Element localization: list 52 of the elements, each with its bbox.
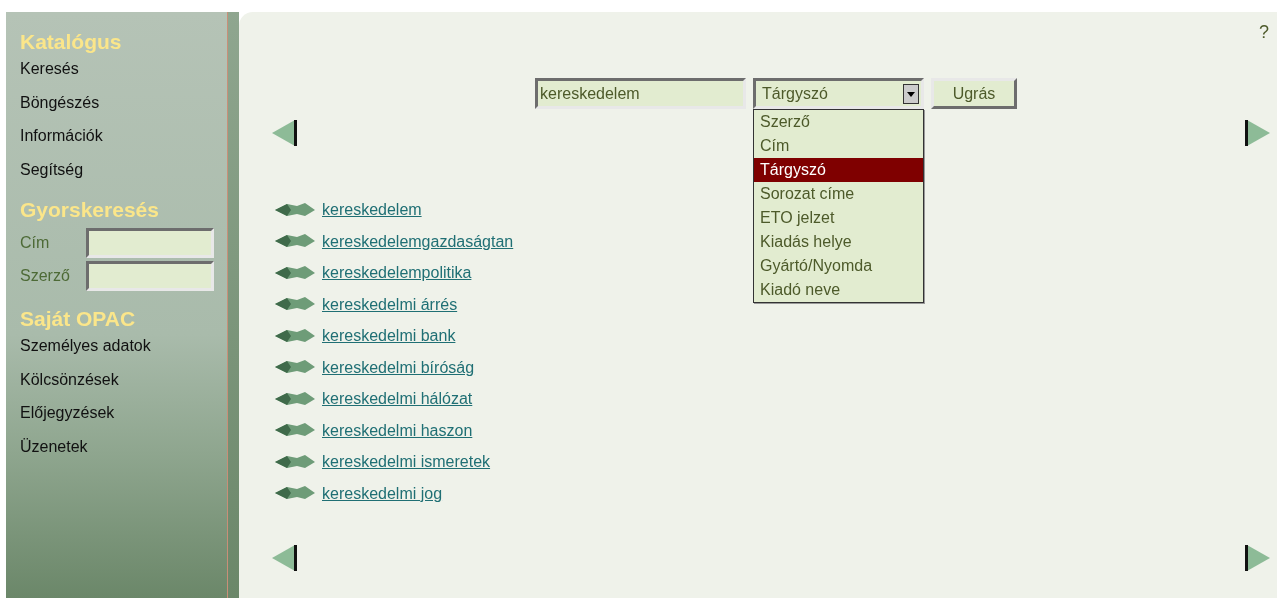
arrow-bullet-icon — [275, 328, 315, 343]
arrow-bullet-icon — [275, 391, 315, 406]
sidebar-link[interactable]: Személyes adatok — [20, 337, 227, 371]
result-link[interactable]: kereskedelmi haszon — [322, 419, 473, 441]
field-label: Cím — [20, 234, 51, 252]
dropdown-option[interactable]: ETO jelzet — [754, 206, 923, 230]
input-field[interactable] — [86, 261, 214, 291]
result-link[interactable]: kereskedelmi bíróság — [322, 356, 475, 378]
sidebar-link[interactable]: Keresés — [20, 60, 227, 94]
result-link[interactable]: kereskedelempolitika — [322, 262, 472, 283]
dropdown-option[interactable]: Tárgyszó — [754, 158, 923, 182]
result-link[interactable]: kereskedelmi ismeretek — [322, 451, 491, 472]
arrow-bullet-icon — [275, 265, 315, 280]
next-arrow-icon[interactable] — [1243, 119, 1271, 147]
arrow-bullet-icon — [275, 360, 315, 374]
result-link[interactable]: kereskedelem — [322, 199, 422, 220]
dropdown-option[interactable]: Kiadás helye — [754, 230, 923, 254]
dropdown-option[interactable]: Cím — [754, 134, 923, 158]
sidebar-link[interactable]: Előjegyzések — [20, 404, 227, 438]
dropdown-option[interactable]: Kiadó neve — [754, 278, 923, 302]
dropdown-option[interactable]: Sorozat címe — [754, 182, 923, 206]
result-link[interactable]: kereskedelmi hálózat — [322, 388, 473, 409]
result-link[interactable]: kereskedelmi árrés — [322, 293, 458, 315]
go-button[interactable]: Ugrás — [931, 78, 1017, 109]
caret-icon — [903, 83, 919, 104]
previous-arrow-icon[interactable] — [271, 543, 299, 572]
result-link[interactable]: kereskedelmi bank — [322, 325, 456, 346]
arrow-bullet-icon — [275, 234, 315, 248]
arrow-bullet-icon — [275, 454, 315, 469]
section-heading: Katalógus — [20, 30, 123, 54]
arrow-bullet-icon — [275, 486, 315, 500]
dropdown-option[interactable]: Szerző — [754, 110, 923, 134]
section-heading: Saját OPAC — [20, 307, 137, 331]
help-link[interactable]: ? — [1259, 22, 1269, 43]
next-arrow-icon[interactable] — [1243, 543, 1271, 572]
field-dropdown[interactable]: Tárgyszó — [753, 78, 924, 109]
sidebar-link[interactable]: Információk — [20, 127, 227, 161]
arrow-bullet-icon — [275, 423, 315, 437]
sidebar-link[interactable]: Üzenetek — [20, 437, 227, 471]
arrow-bullet-icon — [275, 202, 315, 217]
field-label: Szerző — [20, 267, 71, 285]
result-link[interactable]: kereskedelemgazdaságtan — [322, 230, 514, 252]
dropdown-option[interactable]: Gyártó/Nyomda — [754, 254, 923, 278]
sidebar-link[interactable]: Böngészés — [20, 93, 227, 127]
arrow-bullet-icon — [275, 297, 315, 311]
section-heading: Gyorskeresés — [20, 198, 160, 222]
sidebar-link[interactable]: Kölcsönzések — [20, 370, 227, 404]
input-field[interactable] — [86, 228, 214, 258]
result-link[interactable]: kereskedelmi jog — [322, 482, 443, 504]
previous-arrow-icon[interactable] — [271, 119, 299, 147]
sidebar-link[interactable]: Segítség — [20, 160, 227, 194]
search-field[interactable]: kereskedelem — [535, 78, 746, 109]
